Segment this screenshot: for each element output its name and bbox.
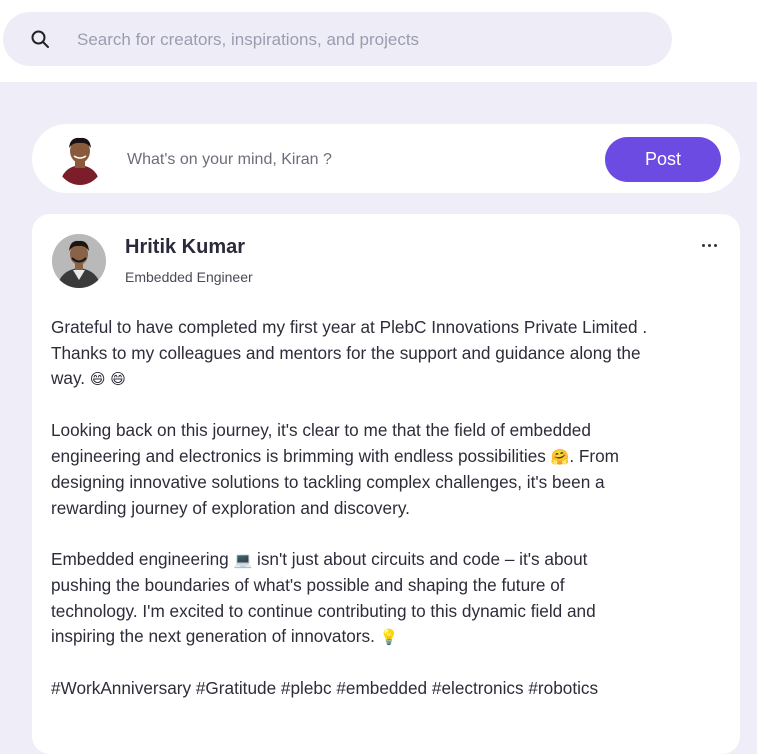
post-button[interactable]: Post	[605, 137, 721, 182]
post-body: Grateful to have completed my first year…	[51, 315, 731, 727]
avatar[interactable]	[56, 133, 104, 185]
grin-emoji-icon: 😄 😄	[89, 370, 126, 388]
search-icon[interactable]	[30, 29, 50, 49]
post-composer: Post	[32, 124, 740, 193]
post-hashtags[interactable]: #WorkAnniversary #Gratitude #plebc #embe…	[51, 676, 731, 702]
post-paragraph: Looking back on this journey, it's clear…	[51, 420, 619, 518]
lightbulb-emoji-icon: 💡	[379, 628, 399, 646]
post-paragraph: Embedded engineering 💻 isn't just about …	[51, 548, 596, 647]
search-input[interactable]	[75, 12, 639, 68]
post-card: Hritik Kumar Embedded Engineer Grateful …	[32, 214, 740, 754]
post-paragraph: Grateful to have completed my first year…	[51, 317, 648, 388]
top-bar	[0, 0, 757, 82]
laptop-emoji-icon: 💻	[233, 550, 253, 569]
author-name[interactable]: Hritik Kumar	[125, 236, 245, 259]
search-bar[interactable]	[3, 12, 672, 68]
author-avatar[interactable]	[52, 234, 106, 288]
post-input[interactable]	[125, 144, 589, 176]
hug-emoji-icon: 🤗	[550, 447, 570, 466]
more-options-icon[interactable]	[696, 234, 722, 256]
author-role: Embedded Engineer	[125, 269, 253, 285]
